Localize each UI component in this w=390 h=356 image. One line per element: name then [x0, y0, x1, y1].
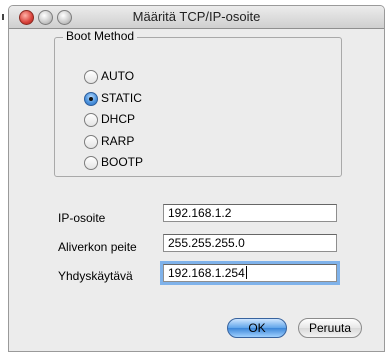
ok-button[interactable]: OK [227, 318, 287, 338]
boot-method-group [54, 37, 342, 177]
radio-label: AUTO [101, 69, 135, 83]
boot-method-legend: Boot Method [63, 29, 138, 43]
title-bar: Määritä TCP/IP-osoite [9, 6, 384, 29]
ip-address-label: IP-osoite [58, 211, 106, 225]
gateway-value: 192.168.1.254 [168, 266, 245, 280]
text-caret [245, 266, 247, 279]
gateway-input[interactable]: 192.168.1.254 [160, 261, 340, 285]
radio-label: DHCP [101, 112, 136, 126]
radio-button-icon[interactable] [84, 113, 98, 127]
cancel-button[interactable]: Peruuta [298, 318, 362, 338]
radio-label: RARP [101, 134, 135, 148]
ip-address-input[interactable]: 192.168.1.2 [163, 204, 337, 222]
radio-button-icon[interactable] [84, 156, 98, 170]
window-corner-mark [2, 14, 4, 20]
radio-button-icon[interactable] [84, 70, 98, 84]
radio-label: STATIC [101, 91, 142, 105]
gateway-label: Yhdyskäytävä [58, 269, 133, 283]
radio-label: BOOTP [101, 155, 144, 169]
window-title: Määritä TCP/IP-osoite [132, 9, 261, 24]
subnet-mask-input[interactable]: 255.255.255.0 [163, 234, 337, 252]
subnet-mask-label: Aliverkon peite [58, 240, 137, 254]
radio-button-selected-icon[interactable] [84, 92, 98, 106]
radio-button-icon[interactable] [84, 135, 98, 149]
